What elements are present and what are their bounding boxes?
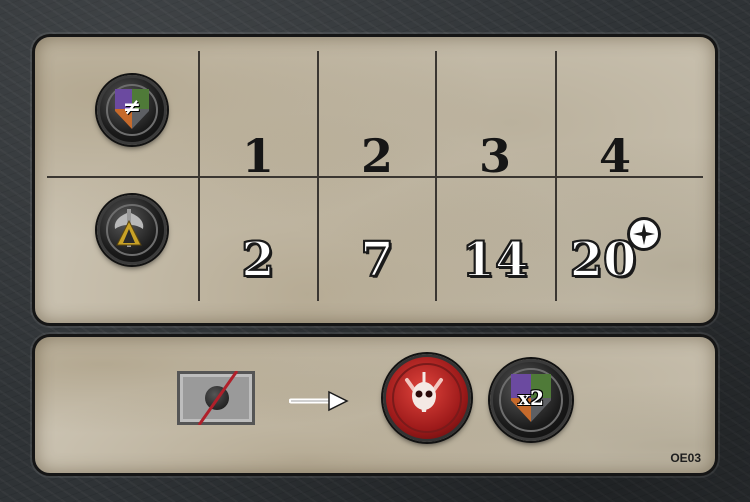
reward-value: 7 <box>359 231 394 289</box>
effect-panel: x2 OE03 <box>32 334 718 476</box>
right-arrow-icon <box>289 390 349 412</box>
multiplier-label: x2 <box>518 386 544 410</box>
game-card: { "cost_row": { "icon": "faction-shield-… <box>0 0 750 502</box>
reward-value: 2 <box>240 231 275 289</box>
cost-value: 1 <box>241 129 274 183</box>
crossed-out-tile-icon <box>177 371 255 425</box>
red-skull-token-icon <box>383 354 471 442</box>
star-circle-icon <box>627 217 661 251</box>
faction-shield-token-icon: x2 <box>490 359 572 441</box>
cost-value: 2 <box>360 129 393 183</box>
reward-value: 14 <box>461 231 530 289</box>
faction-shield-not-equal-icon: ≠ <box>97 75 167 145</box>
axe-and-power-icon <box>97 195 167 265</box>
cost-value: 3 <box>478 129 511 183</box>
cost-value: 4 <box>598 129 631 183</box>
cost-reward-table: ≠ 1 2 3 4 2 7 14 20 <box>32 34 718 326</box>
not-equal-glyph: ≠ <box>122 95 142 120</box>
card-code: OE03 <box>670 451 701 465</box>
